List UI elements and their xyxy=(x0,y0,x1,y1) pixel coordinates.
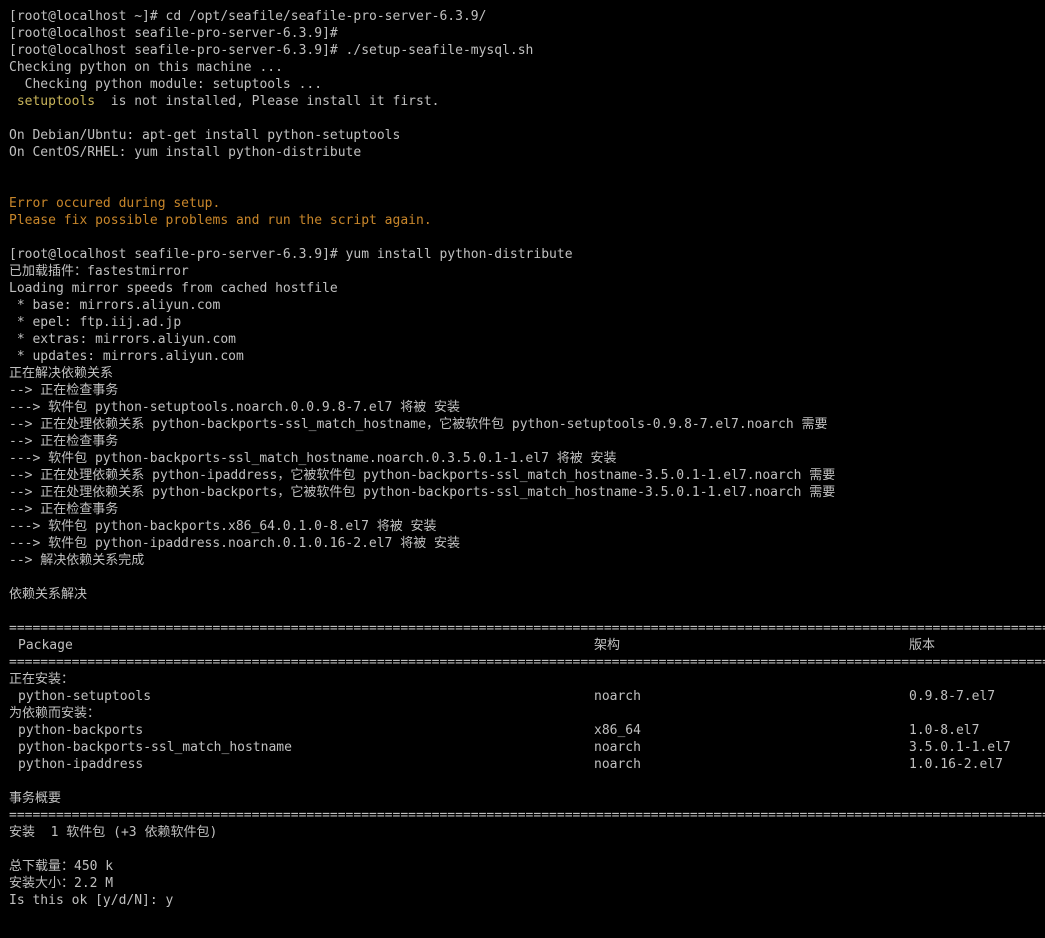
header-package: Package xyxy=(18,638,73,653)
output-checking-python: Checking python on this machine ... xyxy=(9,60,283,75)
confirm-prompt[interactable]: Is this ok [y/d/N]: y xyxy=(9,892,1045,909)
output-checking-tx: --> 正在检查事务 xyxy=(9,383,119,398)
output-dependency-line: --> 正在处理依赖关系 python-backports，它被软件包 pyth… xyxy=(9,485,836,500)
row-arch: noarch xyxy=(594,757,641,772)
row-version: 3.5.0.1-1.el7 xyxy=(909,740,1011,755)
transaction-summary-title: 事务概要 xyxy=(9,791,62,806)
row-version: 1.0.16-2.el7 xyxy=(909,757,1003,772)
command-line-setup: [root@localhost seafile-pro-server-6.3.9… xyxy=(9,43,534,58)
command-line-cd: [root@localhost ~]# cd /opt/seafile/seaf… xyxy=(9,9,487,24)
command-line-yum: [root@localhost seafile-pro-server-6.3.9… xyxy=(9,247,573,262)
row-package: python-backports xyxy=(18,723,144,738)
output-dependency-line: --> 正在处理依赖关系 python-backports-ssl_match_… xyxy=(9,417,828,432)
header-version: 版本 xyxy=(909,638,936,653)
output-resolve-done: --> 解决依赖关系完成 xyxy=(9,553,145,568)
error-message: Error occured during setup. xyxy=(9,196,221,211)
install-count: 安装 1 软件包 (+3 依赖软件包) xyxy=(9,825,218,840)
row-package: python-backports-ssl_match_hostname xyxy=(18,740,292,755)
table-row: python-ipaddress noarch 1.0.16-2.el7 xyxy=(9,756,1045,773)
output-debian-hint: On Debian/Ubntu: apt-get install python-… xyxy=(9,128,401,143)
installing-label: 正在安装： xyxy=(9,672,75,687)
output-loading-mirror: Loading mirror speeds from cached hostfi… xyxy=(9,281,338,296)
setuptools-highlight: setuptools xyxy=(16,94,96,109)
table-row: python-backports x86_64 1.0-8.el7 xyxy=(9,722,1045,739)
row-package: python-ipaddress xyxy=(18,757,144,772)
header-arch: 架构 xyxy=(594,638,621,653)
row-arch: noarch xyxy=(594,689,641,704)
table-header-row: Package 架构 版本 xyxy=(9,637,1045,654)
total-download-size: 总下载量：450 k xyxy=(9,859,114,874)
install-size: 安装大小：2.2 M xyxy=(9,876,114,891)
output-centos-hint: On CentOS/RHEL: yum install python-distr… xyxy=(9,145,362,160)
row-package: python-setuptools xyxy=(18,689,152,704)
output-package-line: ---> 软件包 python-backports.x86_64.0.1.0-8… xyxy=(9,519,437,534)
table-row: python-backports-ssl_match_hostname noar… xyxy=(9,739,1045,756)
not-installed-text: is not installed, Please install it firs… xyxy=(95,94,440,109)
output-package-line: ---> 软件包 python-backports-ssl_match_host… xyxy=(9,451,617,466)
table-separator: ========================================… xyxy=(9,621,1045,636)
terminal-window[interactable]: [root@localhost ~]# cd /opt/seafile/seaf… xyxy=(0,0,1045,938)
output-dependency-line: --> 正在处理依赖关系 python-ipaddress，它被软件包 pyth… xyxy=(9,468,836,483)
output-not-installed: setuptools is not installed, Please inst… xyxy=(9,93,1045,110)
output-checking-tx: --> 正在检查事务 xyxy=(9,434,119,449)
output-plugins: 已加载插件：fastestmirror xyxy=(9,264,189,279)
output-mirror-updates: * updates: mirrors.aliyun.com xyxy=(9,349,244,364)
dep-install-label: 为依赖而安装： xyxy=(9,706,101,721)
table-separator: ========================================… xyxy=(9,655,1045,670)
table-separator: ========================================… xyxy=(9,808,1045,823)
output-resolving: 正在解决依赖关系 xyxy=(9,366,114,381)
row-arch: noarch xyxy=(594,740,641,755)
row-version: 0.9.8-7.el7 xyxy=(909,689,996,704)
output-mirror-base: * base: mirrors.aliyun.com xyxy=(9,298,221,313)
output-mirror-extras: * extras: mirrors.aliyun.com xyxy=(9,332,236,347)
row-arch: x86_64 xyxy=(594,723,641,738)
output-package-line: ---> 软件包 python-setuptools.noarch.0.0.9.… xyxy=(9,400,461,415)
row-version: 1.0-8.el7 xyxy=(909,723,980,738)
error-hint: Please fix possible problems and run the… xyxy=(9,213,432,228)
table-row: python-setuptools noarch 0.9.8-7.el7 xyxy=(9,688,1045,705)
output-checking-module: Checking python module: setuptools ... xyxy=(9,77,323,92)
output-mirror-epel: * epel: ftp.iij.ad.jp xyxy=(9,315,182,330)
command-line-empty: [root@localhost seafile-pro-server-6.3.9… xyxy=(9,26,338,41)
output-package-line: ---> 软件包 python-ipaddress.noarch.0.1.0.1… xyxy=(9,536,461,551)
output-checking-tx: --> 正在检查事务 xyxy=(9,502,119,517)
output-deps-resolved: 依赖关系解决 xyxy=(9,587,88,602)
